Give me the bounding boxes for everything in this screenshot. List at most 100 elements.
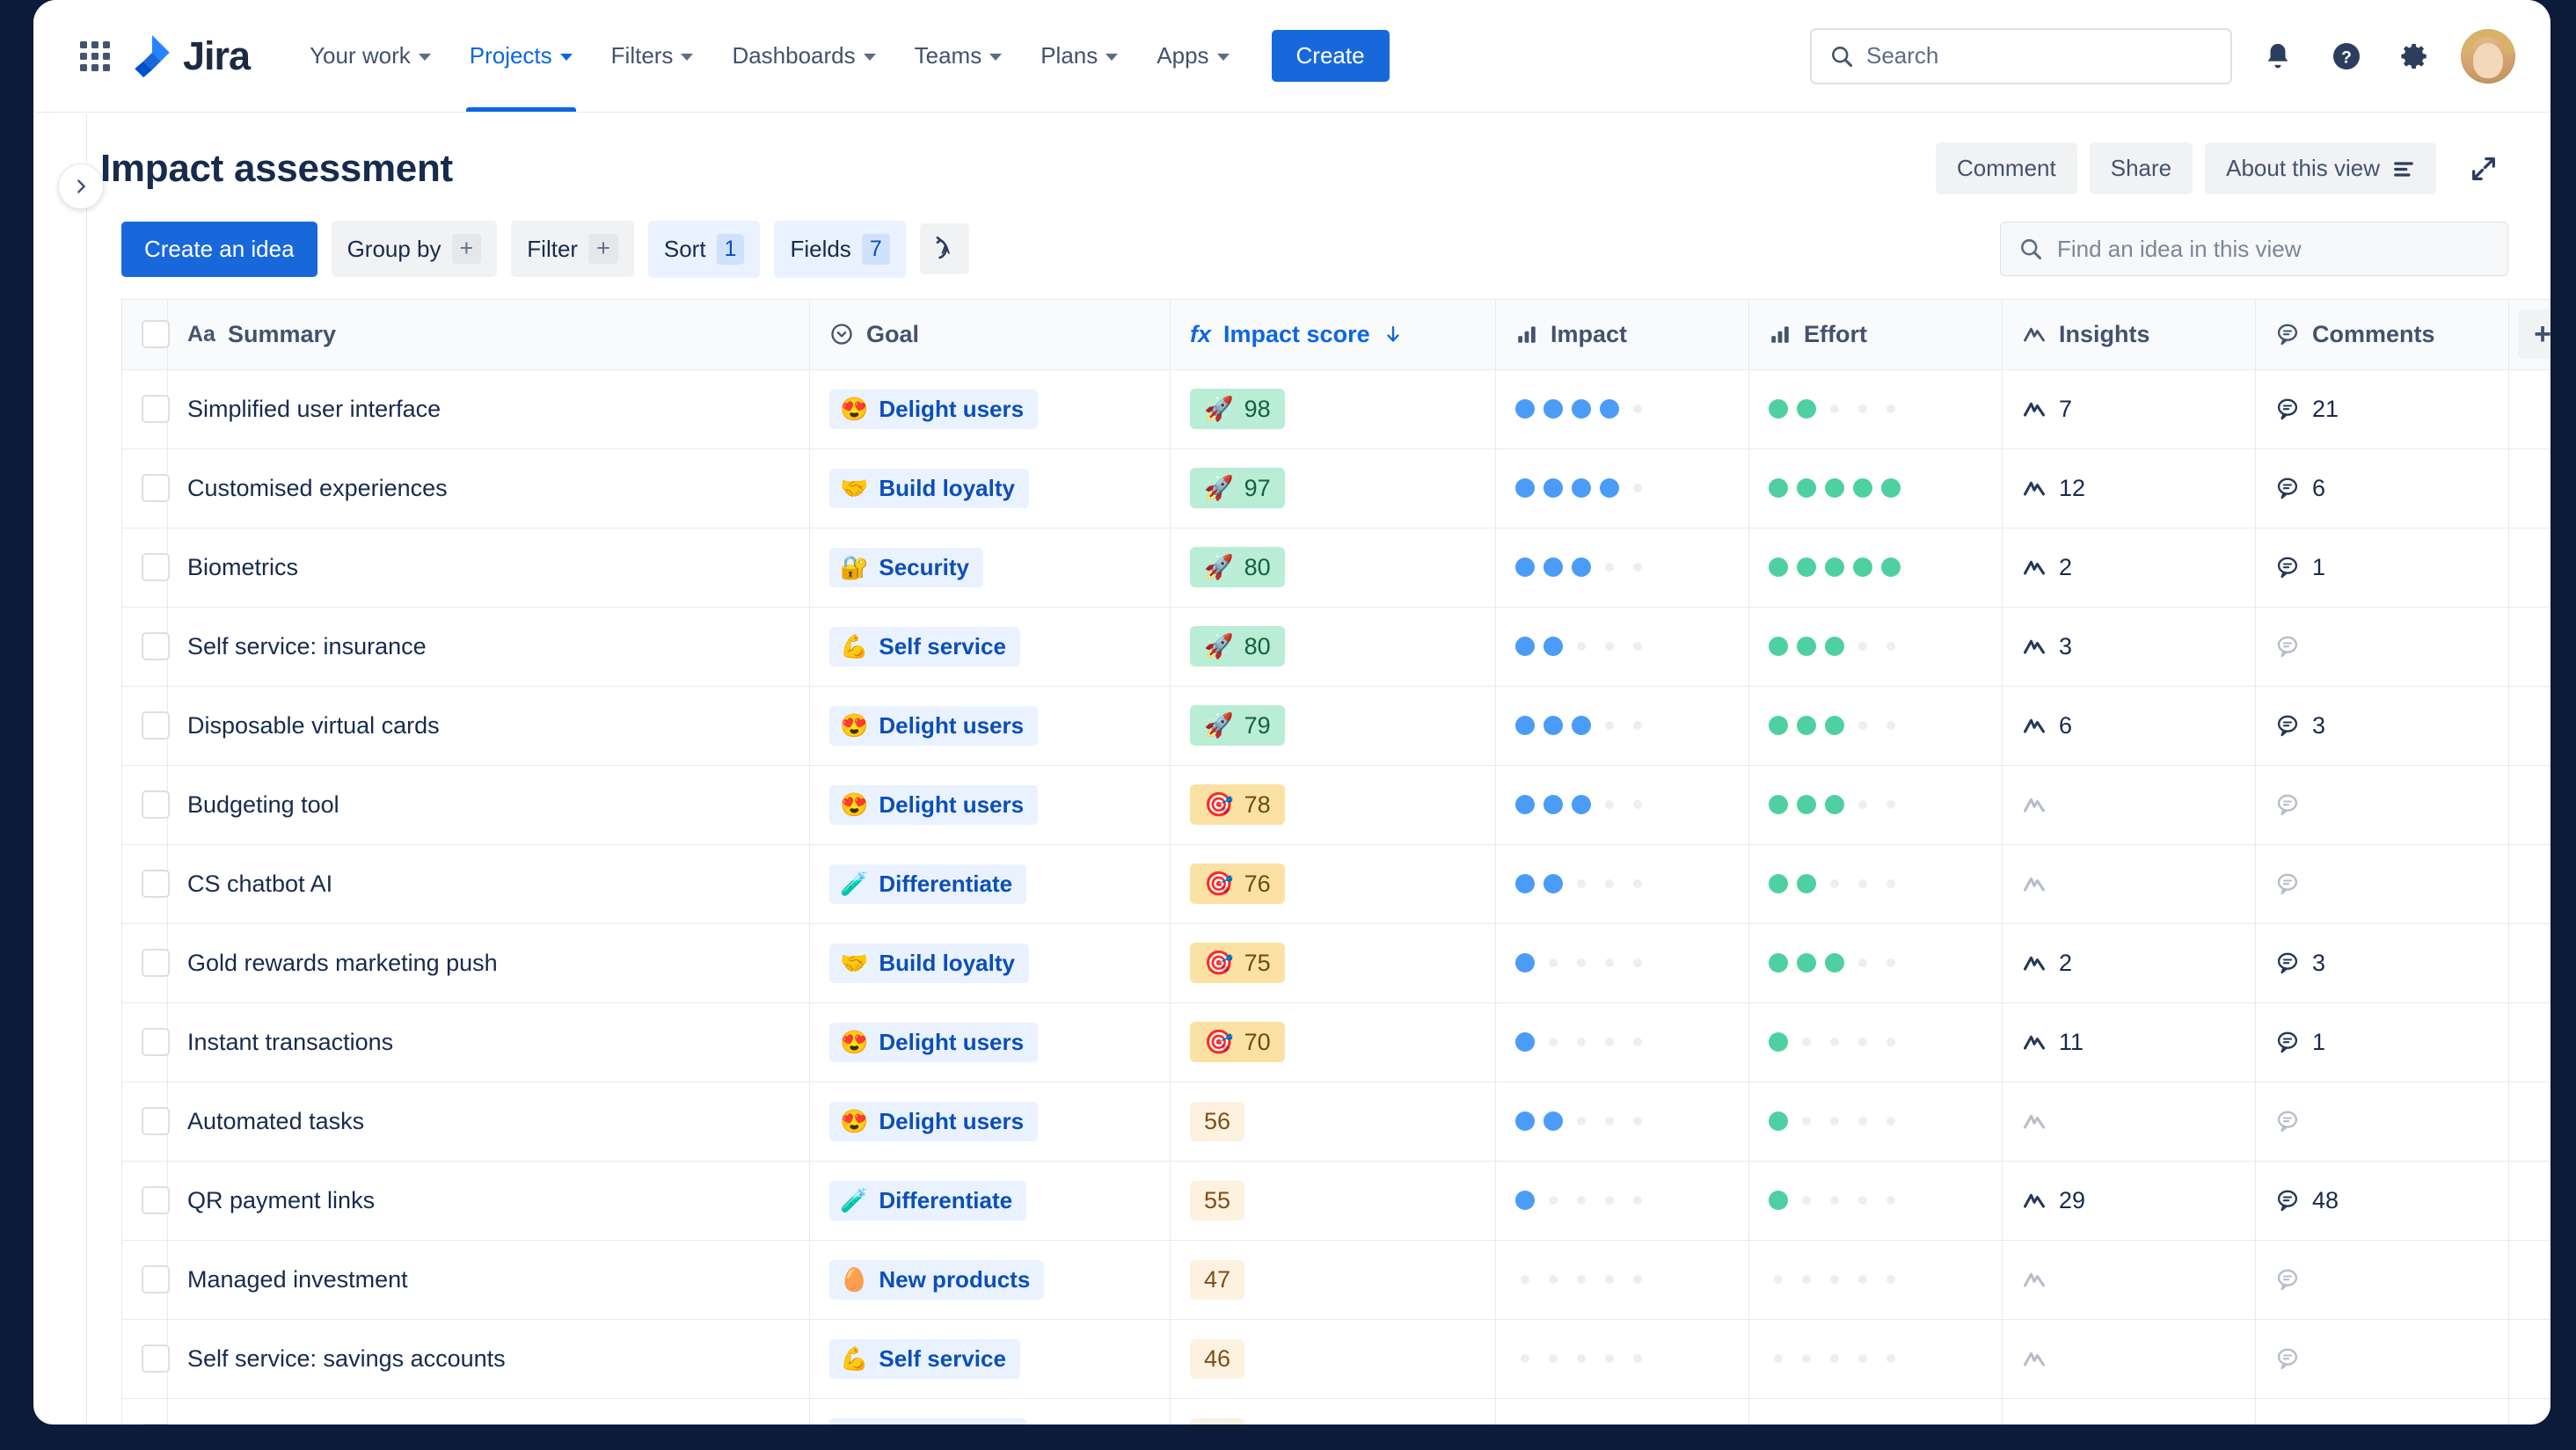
- cell-impact-score[interactable]: 36: [1170, 1398, 1496, 1424]
- table-row[interactable]: CS chatbot AI 🧪 Differentiate 🎯 76: [121, 844, 2550, 924]
- cell-impact[interactable]: [1495, 1398, 1749, 1424]
- cell-comments[interactable]: 48: [2255, 1161, 2509, 1241]
- user-avatar[interactable]: [2461, 28, 2515, 84]
- row-checkbox[interactable]: [142, 1344, 170, 1373]
- nav-item-dashboards[interactable]: Dashboards: [712, 0, 894, 112]
- table-row[interactable]: Family features 🧪 Differentiate 36: [121, 1398, 2550, 1424]
- cell-comments[interactable]: [2255, 1319, 2509, 1399]
- cell-summary[interactable]: Self service: insurance: [167, 607, 810, 687]
- cell-impact[interactable]: [1495, 1319, 1749, 1399]
- cell-impact-score[interactable]: 🚀 98: [1170, 369, 1496, 449]
- cell-comments[interactable]: [2255, 1398, 2509, 1424]
- column-header-goal[interactable]: Goal: [809, 298, 1171, 370]
- sort-button[interactable]: Sort 1: [647, 221, 761, 278]
- cell-insights[interactable]: [2002, 844, 2256, 924]
- row-checkbox[interactable]: [142, 791, 170, 820]
- column-header-summary[interactable]: Aa Summary: [167, 298, 810, 370]
- table-row[interactable]: Self service: insurance 💪 Self service 🚀…: [121, 607, 2550, 687]
- cell-effort[interactable]: [1748, 1082, 2003, 1162]
- cell-impact[interactable]: [1495, 686, 1749, 766]
- cell-effort[interactable]: [1748, 528, 2003, 608]
- cell-goal[interactable]: 🧪 Differentiate: [809, 1398, 1171, 1424]
- cell-summary[interactable]: Biometrics: [167, 528, 810, 608]
- about-this-view-button[interactable]: About this view: [2205, 142, 2436, 194]
- find-idea-input[interactable]: Find an idea in this view: [2000, 222, 2508, 277]
- cell-goal[interactable]: 🥚 New products: [809, 1240, 1171, 1320]
- table-row[interactable]: Disposable virtual cards 😍 Delight users…: [121, 686, 2550, 766]
- cell-effort[interactable]: [1748, 1161, 2003, 1241]
- cell-impact-score[interactable]: 🎯 70: [1170, 1002, 1496, 1082]
- select-all-checkbox[interactable]: [142, 320, 170, 349]
- cell-summary[interactable]: Self service: savings accounts: [167, 1319, 810, 1399]
- column-header-effort[interactable]: Effort: [1748, 298, 2003, 370]
- cell-summary[interactable]: Managed investment: [167, 1240, 810, 1320]
- cell-impact-score[interactable]: 🎯 75: [1170, 923, 1496, 1003]
- cell-impact[interactable]: [1495, 923, 1749, 1003]
- table-row[interactable]: QR payment links 🧪 Differentiate 55 29 4…: [121, 1161, 2550, 1241]
- cell-impact-score[interactable]: 🎯 78: [1170, 765, 1496, 845]
- cell-impact[interactable]: [1495, 765, 1749, 845]
- create-button[interactable]: Create: [1271, 30, 1390, 82]
- cell-impact-score[interactable]: 🚀 79: [1170, 686, 1496, 766]
- table-row[interactable]: Biometrics 🔐 Security 🚀 80 2 1: [121, 528, 2550, 608]
- cell-effort[interactable]: [1748, 765, 2003, 845]
- filter-button[interactable]: Filter +: [511, 221, 634, 278]
- cell-comments[interactable]: 21: [2255, 369, 2509, 449]
- cell-goal[interactable]: 🧪 Differentiate: [809, 844, 1171, 924]
- cell-summary[interactable]: Simplified user interface: [167, 369, 810, 449]
- nav-item-projects[interactable]: Projects: [450, 0, 592, 112]
- cell-impact-score[interactable]: 🚀 80: [1170, 528, 1496, 608]
- cell-goal[interactable]: 🤝 Build loyalty: [809, 448, 1171, 528]
- grid-apps-icon[interactable]: [76, 37, 114, 76]
- cell-insights[interactable]: [2002, 1240, 2256, 1320]
- cell-comments[interactable]: 3: [2255, 923, 2509, 1003]
- cell-impact[interactable]: [1495, 1082, 1749, 1162]
- cell-insights[interactable]: 11: [2002, 1002, 2256, 1082]
- cell-insights[interactable]: 12: [2002, 448, 2256, 528]
- row-checkbox[interactable]: [142, 1028, 170, 1057]
- cell-comments[interactable]: [2255, 844, 2509, 924]
- column-header-comments[interactable]: Comments: [2255, 298, 2509, 370]
- cell-impact-score[interactable]: 55: [1170, 1161, 1496, 1241]
- cell-impact[interactable]: [1495, 1161, 1749, 1241]
- cell-insights[interactable]: 2: [2002, 528, 2256, 608]
- table-row[interactable]: Customised experiences 🤝 Build loyalty 🚀…: [121, 448, 2550, 528]
- cell-effort[interactable]: [1748, 923, 2003, 1003]
- cell-goal[interactable]: 🔐 Security: [809, 528, 1171, 608]
- nav-item-your-work[interactable]: Your work: [290, 0, 450, 112]
- cell-impact[interactable]: [1495, 1240, 1749, 1320]
- cell-impact[interactable]: [1495, 1002, 1749, 1082]
- nav-item-apps[interactable]: Apps: [1137, 0, 1248, 112]
- cell-impact[interactable]: [1495, 448, 1749, 528]
- row-checkbox[interactable]: [142, 1265, 170, 1294]
- cell-comments[interactable]: [2255, 1082, 2509, 1162]
- cell-comments[interactable]: 3: [2255, 686, 2509, 766]
- cell-summary[interactable]: Customised experiences: [167, 448, 810, 528]
- cell-goal[interactable]: 😍 Delight users: [809, 765, 1171, 845]
- help-question-icon[interactable]: ?: [2324, 33, 2369, 79]
- cell-effort[interactable]: [1748, 607, 2003, 687]
- cell-goal[interactable]: 😍 Delight users: [809, 1002, 1171, 1082]
- cell-effort[interactable]: [1748, 844, 2003, 924]
- cell-summary[interactable]: Disposable virtual cards: [167, 686, 810, 766]
- cell-summary[interactable]: Budgeting tool: [167, 765, 810, 845]
- cell-goal[interactable]: 🧪 Differentiate: [809, 1161, 1171, 1241]
- jira-logo[interactable]: Jira: [132, 34, 251, 77]
- group-by-button[interactable]: Group by +: [331, 221, 498, 278]
- nav-item-teams[interactable]: Teams: [895, 0, 1022, 112]
- cell-insights[interactable]: 3: [2002, 607, 2256, 687]
- cell-insights[interactable]: 29: [2002, 1161, 2256, 1241]
- cell-impact[interactable]: [1495, 528, 1749, 608]
- global-search-input[interactable]: Search: [1810, 27, 2232, 84]
- create-idea-button[interactable]: Create an idea: [121, 221, 317, 277]
- table-row[interactable]: Self service: savings accounts 💪 Self se…: [121, 1319, 2550, 1399]
- cell-comments[interactable]: 1: [2255, 1002, 2509, 1082]
- row-checkbox[interactable]: [142, 395, 170, 424]
- cell-impact-score[interactable]: 56: [1170, 1082, 1496, 1162]
- cell-summary[interactable]: CS chatbot AI: [167, 844, 810, 924]
- add-column-button[interactable]: +: [2518, 310, 2550, 359]
- cell-effort[interactable]: [1748, 1398, 2003, 1424]
- cell-comments[interactable]: 1: [2255, 528, 2509, 608]
- cell-effort[interactable]: [1748, 369, 2003, 449]
- cell-insights[interactable]: [2002, 1319, 2256, 1399]
